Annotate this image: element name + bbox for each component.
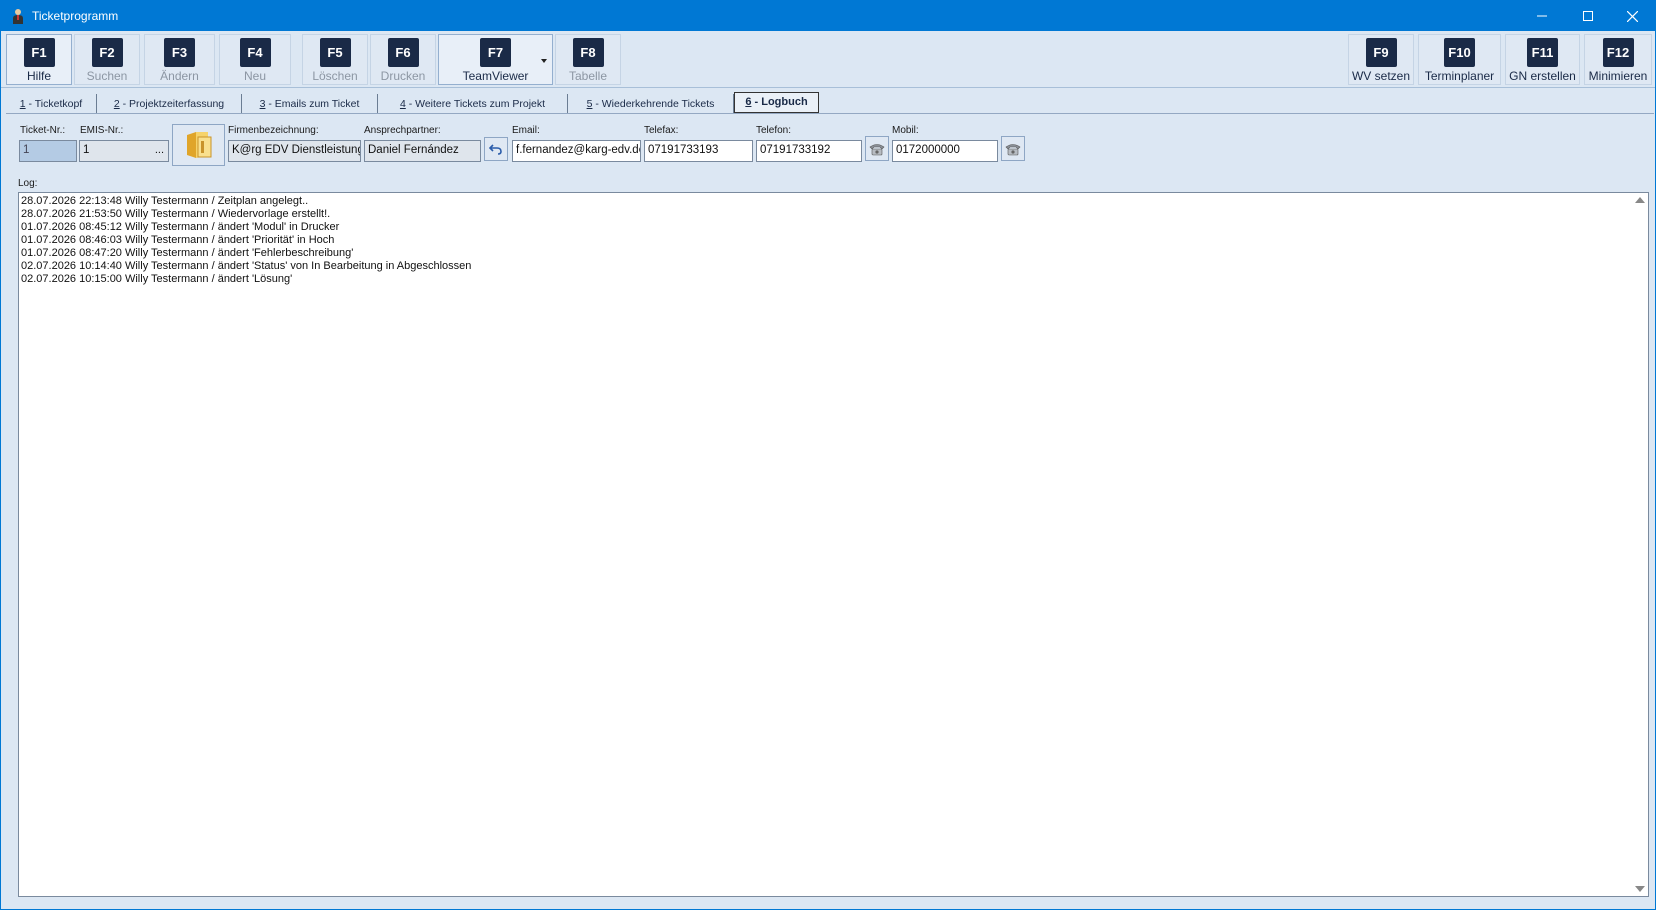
call-mobil-button[interactable]	[1001, 136, 1025, 161]
telefon-field[interactable]: 07191733192	[756, 140, 862, 162]
f12-minimize-button[interactable]: F12 Minimieren	[1584, 34, 1652, 85]
f2-search-button[interactable]: F2 Suchen	[74, 34, 140, 85]
mobil-label: Mobil:	[892, 125, 919, 136]
log-label: Log:	[18, 178, 38, 189]
log-lines: 28.07.2026 22:13:48 Willy Testermann / Z…	[21, 195, 471, 286]
f7-label: TeamViewer	[462, 69, 529, 83]
ansprechpartner-field[interactable]: Daniel Fernández	[364, 140, 481, 162]
maximize-button[interactable]	[1565, 1, 1611, 31]
f5-key: F5	[319, 38, 351, 67]
f8-label: Tabelle	[568, 69, 608, 83]
telefax-field[interactable]: 07191733193	[644, 140, 753, 162]
f9-key: F9	[1365, 38, 1397, 67]
f5-delete-button[interactable]: F5 Löschen	[302, 34, 368, 85]
mobil-field[interactable]: 0172000000	[892, 140, 998, 162]
f1-label: Hilfe	[26, 69, 51, 83]
emis-nr-value: 1	[83, 144, 90, 156]
firma-label: Firmenbezeichnung:	[228, 125, 319, 136]
f3-label: Ändern	[160, 69, 199, 83]
f3-edit-button[interactable]: F3 Ändern	[144, 34, 215, 85]
close-button[interactable]	[1609, 1, 1655, 31]
f2-label: Suchen	[86, 69, 128, 83]
f12-label: Minimieren	[1588, 69, 1648, 83]
tab-projektzeiterfassung[interactable]: 2 - Projektzeiterfassung	[97, 94, 242, 114]
ansprechpartner-label: Ansprechpartner:	[364, 125, 441, 136]
app-window: Ticketprogramm F1 Hilfe F2 Suchen F3 Änd…	[0, 0, 1656, 910]
f2-key: F2	[91, 38, 123, 67]
title-bar: Ticketprogramm	[1, 1, 1655, 31]
f7-key: F7	[480, 38, 511, 67]
minimize-button[interactable]	[1519, 1, 1565, 31]
emis-nr-field[interactable]: 1 ...	[79, 140, 169, 162]
person-icon	[11, 8, 25, 24]
log-entry: 01.07.2026 08:45:12 Willy Testermann / ä…	[21, 221, 340, 233]
firma-field[interactable]: K@rg EDV Dienstleistungen	[228, 140, 361, 162]
log-textarea[interactable]: 28.07.2026 22:13:48 Willy Testermann / Z…	[18, 192, 1649, 897]
emis-nr-label: EMIS-Nr.:	[80, 125, 124, 136]
f8-table-button[interactable]: F8 Tabelle	[555, 34, 621, 85]
f5-label: Löschen	[312, 69, 358, 83]
f6-key: F6	[387, 38, 419, 67]
f6-label: Drucken	[380, 69, 426, 83]
telefax-label: Telefax:	[644, 125, 679, 136]
open-folder-button[interactable]	[172, 124, 225, 166]
tab-ticketkopf[interactable]: 1 - Ticketkopf	[6, 94, 97, 114]
f9-set-wv-button[interactable]: F9 WV setzen	[1348, 34, 1414, 85]
dropdown-arrow-icon[interactable]	[541, 59, 547, 63]
f9-label: WV setzen	[1351, 69, 1411, 83]
f11-create-gn-button[interactable]: F11 GN erstellen	[1505, 34, 1580, 85]
f8-key: F8	[572, 38, 604, 67]
log-scrollbar[interactable]	[1631, 193, 1648, 896]
email-field[interactable]: f.fernandez@karg-edv.de	[512, 140, 641, 162]
f11-key: F11	[1527, 38, 1558, 67]
log-entry: 01.07.2026 08:46:03 Willy Testermann / ä…	[21, 234, 335, 246]
log-entry: 28.07.2026 21:53:50 Willy Testermann / W…	[21, 208, 331, 220]
window-title: Ticketprogramm	[32, 9, 119, 23]
tab-wiederkehrende-tickets[interactable]: 5 - Wiederkehrende Tickets	[568, 94, 734, 114]
close-icon	[1626, 10, 1638, 22]
log-entry: 01.07.2026 08:47:20 Willy Testermann / ä…	[21, 247, 354, 259]
f10-key: F10	[1444, 38, 1475, 67]
f7-teamviewer-button[interactable]: F7 TeamViewer	[438, 34, 553, 85]
scroll-up-arrow-icon[interactable]	[1635, 197, 1645, 203]
email-label: Email:	[512, 125, 540, 136]
folder-icon	[186, 132, 211, 158]
f4-key: F4	[239, 38, 271, 67]
tab-emails[interactable]: 3 - Emails zum Ticket	[242, 94, 378, 114]
phone-icon	[1005, 143, 1021, 155]
minimize-icon	[1537, 15, 1547, 17]
emis-lookup-button[interactable]: ...	[155, 144, 164, 156]
function-key-toolbar: F1 Hilfe F2 Suchen F3 Ändern F4 Neu F5 L…	[1, 31, 1655, 88]
log-entry: 02.07.2026 10:14:40 Willy Testermann / ä…	[21, 260, 472, 272]
call-telefon-button[interactable]	[865, 136, 889, 161]
ticket-nr-field[interactable]: 1	[19, 140, 77, 162]
f1-help-button[interactable]: F1 Hilfe	[6, 34, 72, 85]
f10-scheduler-button[interactable]: F10 Terminplaner	[1418, 34, 1501, 85]
log-entry: 02.07.2026 10:15:00 Willy Testermann / ä…	[21, 273, 293, 285]
f11-label: GN erstellen	[1509, 69, 1576, 83]
ticket-nr-label: Ticket-Nr.:	[20, 125, 66, 136]
scroll-down-arrow-icon[interactable]	[1635, 886, 1645, 892]
f10-label: Terminplaner	[1424, 69, 1495, 83]
telefon-label: Telefon:	[756, 125, 792, 136]
f6-print-button[interactable]: F6 Drucken	[370, 34, 436, 85]
log-entry: 28.07.2026 22:13:48 Willy Testermann / Z…	[21, 195, 309, 207]
f12-key: F12	[1602, 38, 1634, 67]
f4-label: Neu	[243, 69, 266, 83]
maximize-icon	[1583, 11, 1593, 21]
f1-key: F1	[23, 38, 55, 67]
tab-divider	[6, 113, 1654, 114]
undo-icon	[489, 144, 502, 155]
phone-icon	[869, 143, 885, 155]
tab-weitere-tickets[interactable]: 4 - Weitere Tickets zum Projekt	[378, 94, 568, 114]
undo-button[interactable]	[484, 137, 508, 161]
f4-new-button[interactable]: F4 Neu	[219, 34, 291, 85]
tab-logbuch[interactable]: 6 - Logbuch	[734, 92, 819, 113]
f3-key: F3	[164, 38, 195, 67]
